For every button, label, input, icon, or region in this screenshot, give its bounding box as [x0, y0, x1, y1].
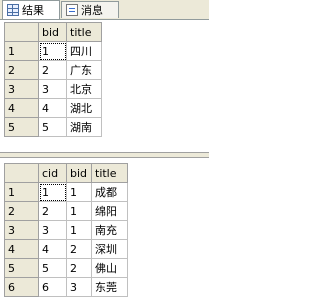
result-tabs: 结果 消息 [0, 0, 209, 20]
cell-title[interactable]: 湖南 [66, 117, 102, 137]
cell-cid[interactable]: 2 [38, 201, 67, 221]
cell-title[interactable]: 北京 [66, 79, 102, 99]
cell-bid[interactable]: 1 [66, 220, 92, 240]
row-header[interactable]: 3 [4, 79, 39, 99]
cell-bid[interactable]: 3 [66, 277, 92, 297]
results-grid-2[interactable]: cid bid title 1 1 1 成都 2 2 1 绵阳 3 3 1 南充… [4, 163, 128, 297]
pane-splitter[interactable] [0, 152, 209, 158]
cell-title[interactable]: 东莞 [91, 277, 128, 297]
cell-title[interactable]: 成都 [91, 182, 128, 202]
table-row[interactable]: 4 4 湖北 [4, 98, 102, 118]
row-header[interactable]: 2 [4, 60, 39, 80]
grid-corner[interactable] [4, 163, 39, 183]
row-header[interactable]: 6 [4, 277, 39, 297]
results-grid-1[interactable]: bid title 1 1 四川 2 2 广东 3 3 北京 4 4 湖北 5 … [4, 22, 102, 137]
message-icon [66, 4, 78, 16]
cell-cid[interactable]: 3 [38, 220, 67, 240]
cell-bid[interactable]: 4 [38, 98, 67, 118]
tab-results[interactable]: 结果 [2, 0, 60, 19]
table-row[interactable]: 6 6 3 东莞 [4, 277, 128, 297]
cell-bid[interactable]: 3 [38, 79, 67, 99]
cell-bid[interactable]: 2 [66, 258, 92, 278]
cell-cid[interactable]: 5 [38, 258, 67, 278]
cell-title[interactable]: 绵阳 [91, 201, 128, 221]
table-row[interactable]: 5 5 2 佛山 [4, 258, 128, 278]
cell-title[interactable]: 湖北 [66, 98, 102, 118]
table-row[interactable]: 2 2 1 绵阳 [4, 201, 128, 221]
table-row[interactable]: 4 4 2 深圳 [4, 239, 128, 259]
table-row[interactable]: 1 1 四川 [4, 41, 102, 61]
cell-cid[interactable]: 4 [38, 239, 67, 259]
tab-results-label: 结果 [22, 4, 44, 17]
grid-header-row: cid bid title [4, 163, 128, 183]
table-row[interactable]: 3 3 1 南充 [4, 220, 128, 240]
column-header-bid[interactable]: bid [38, 22, 67, 42]
grid-corner[interactable] [4, 22, 39, 42]
row-header[interactable]: 4 [4, 98, 39, 118]
row-header[interactable]: 5 [4, 258, 39, 278]
column-header-cid[interactable]: cid [38, 163, 67, 183]
cell-bid[interactable]: 2 [38, 60, 67, 80]
grid-header-row: bid title [4, 22, 102, 42]
row-header[interactable]: 3 [4, 220, 39, 240]
cell-bid[interactable]: 1 [66, 182, 92, 202]
cell-title[interactable]: 深圳 [91, 239, 128, 259]
row-header[interactable]: 4 [4, 239, 39, 259]
column-header-bid[interactable]: bid [66, 163, 92, 183]
cell-bid[interactable]: 5 [38, 117, 67, 137]
tab-messages-label: 消息 [81, 4, 103, 17]
row-header[interactable]: 5 [4, 117, 39, 137]
cell-title[interactable]: 广东 [66, 60, 102, 80]
table-row[interactable]: 2 2 广东 [4, 60, 102, 80]
table-row[interactable]: 5 5 湖南 [4, 117, 102, 137]
tab-messages[interactable]: 消息 [61, 1, 119, 18]
cell-bid[interactable]: 1 [38, 41, 67, 61]
column-header-title[interactable]: title [66, 22, 102, 42]
grid-icon [7, 4, 19, 16]
table-row[interactable]: 1 1 1 成都 [4, 182, 128, 202]
row-header[interactable]: 1 [4, 41, 39, 61]
cell-bid[interactable]: 2 [66, 239, 92, 259]
cell-title[interactable]: 佛山 [91, 258, 128, 278]
cell-title[interactable]: 南充 [91, 220, 128, 240]
cell-title[interactable]: 四川 [66, 41, 102, 61]
cell-bid[interactable]: 1 [66, 201, 92, 221]
table-row[interactable]: 3 3 北京 [4, 79, 102, 99]
row-header[interactable]: 1 [4, 182, 39, 202]
column-header-title[interactable]: title [91, 163, 128, 183]
cell-cid[interactable]: 6 [38, 277, 67, 297]
cell-cid[interactable]: 1 [38, 182, 67, 202]
row-header[interactable]: 2 [4, 201, 39, 221]
